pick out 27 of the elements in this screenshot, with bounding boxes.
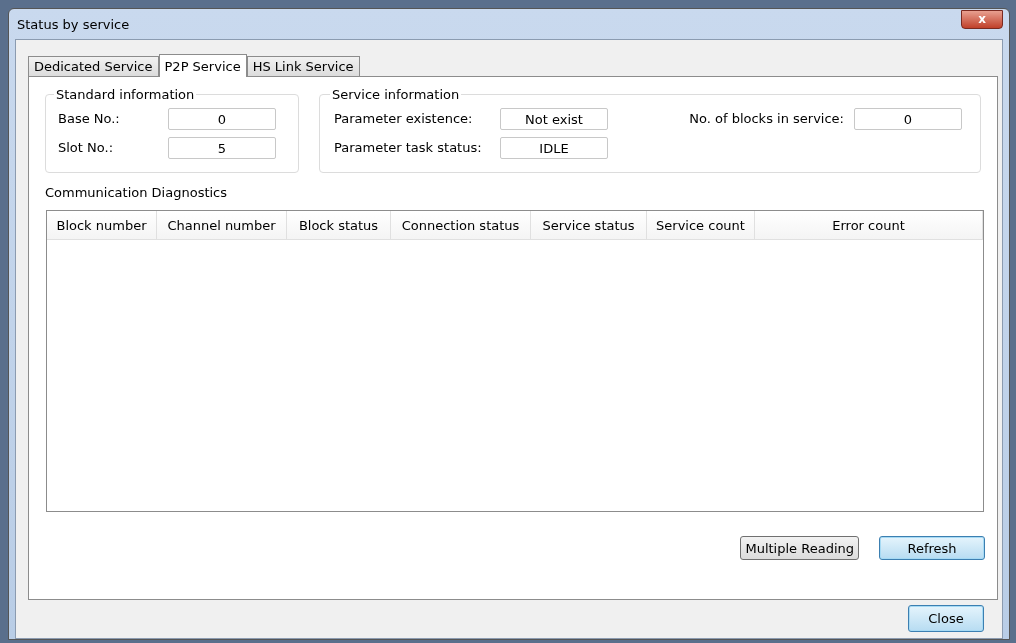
- close-button[interactable]: Close: [908, 605, 984, 632]
- column-header[interactable]: Block number: [47, 211, 157, 239]
- section-title: Communication Diagnostics: [45, 185, 229, 200]
- field-label: No. of blocks in service:: [689, 111, 844, 126]
- column-header[interactable]: Block status: [287, 211, 391, 239]
- value-field: 5: [168, 136, 276, 159]
- column-header[interactable]: Service count: [647, 211, 755, 239]
- action-button[interactable]: Refresh: [879, 536, 985, 560]
- field-label: Base No.:: [58, 111, 121, 126]
- field-label: Parameter existence:: [334, 111, 474, 126]
- tab[interactable]: P2P Service: [158, 54, 247, 77]
- value-field: 0: [168, 107, 276, 130]
- group-title: Standard information: [55, 87, 196, 102]
- column-header[interactable]: Connection status: [391, 211, 531, 239]
- field-label: Slot No.:: [58, 140, 114, 155]
- value-field: Not exist: [500, 107, 608, 130]
- group-title: Service information: [331, 87, 461, 102]
- tab[interactable]: HS Link Service: [246, 56, 360, 76]
- column-header[interactable]: Error count: [755, 211, 983, 239]
- tab[interactable]: Dedicated Service: [28, 56, 159, 76]
- value-field: 0: [854, 107, 962, 130]
- value-field: IDLE: [500, 136, 608, 159]
- column-header[interactable]: Service status: [531, 211, 647, 239]
- action-button[interactable]: Multiple Reading: [740, 536, 859, 560]
- column-header[interactable]: Channel number: [157, 211, 287, 239]
- field-label: Parameter task status:: [334, 140, 483, 155]
- window-title: Status by service: [16, 16, 130, 32]
